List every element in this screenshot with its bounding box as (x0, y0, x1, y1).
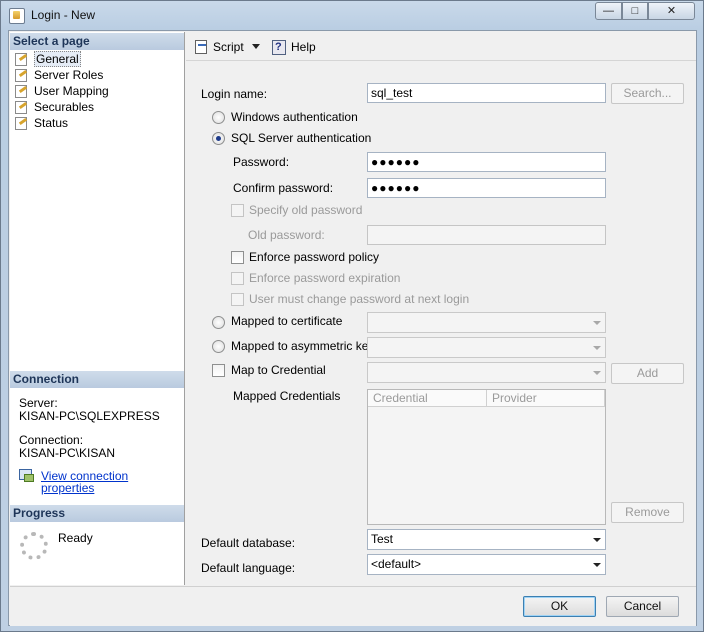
page-item-label: Status (34, 116, 69, 130)
page-icon (14, 52, 28, 66)
close-button[interactable]: ✕ (648, 2, 695, 20)
ok-button[interactable]: OK (523, 596, 596, 617)
default-language-select[interactable]: <default> (367, 554, 606, 575)
page-item-general[interactable]: General (14, 51, 81, 67)
page-item-label: Server Roles (34, 68, 104, 82)
page-item-status[interactable]: Status (14, 115, 68, 131)
map-credential-checkbox[interactable] (212, 364, 225, 377)
script-dropdown-arrow-icon[interactable] (252, 44, 260, 49)
default-database-label: Default database: (201, 536, 296, 550)
chevron-down-icon (593, 321, 601, 325)
page-icon (14, 68, 28, 82)
windows-auth-label: Windows authentication (231, 110, 358, 124)
select-page-header: Select a page (10, 33, 184, 50)
mapped-asymmetric-label: Mapped to asymmetric key (231, 339, 375, 353)
page-item-label: Securables (34, 100, 95, 114)
must-change-label: User must change password at next login (249, 292, 470, 306)
maximize-button[interactable]: □ (622, 2, 648, 20)
credential-select[interactable] (367, 362, 606, 383)
page-icon (14, 84, 28, 98)
progress-spinner-icon (20, 532, 48, 560)
connection-header: Connection (10, 371, 184, 388)
old-password-label: Old password: (248, 228, 325, 242)
enforce-policy-checkbox[interactable] (231, 251, 244, 264)
default-database-select[interactable]: Test (367, 529, 606, 550)
add-credential-button[interactable]: Add (611, 363, 684, 384)
windows-auth-radio[interactable] (212, 111, 225, 124)
connection-value: KISAN-PC\KISAN (19, 446, 116, 460)
login-name-label: Login name: (201, 87, 268, 101)
script-label: Script (213, 40, 244, 54)
script-icon (193, 39, 208, 54)
progress-header: Progress (10, 505, 184, 522)
toolbar: Script Help (186, 32, 696, 61)
help-icon (271, 39, 286, 55)
default-database-value: Test (371, 532, 394, 546)
minimize-button[interactable]: — (595, 2, 622, 20)
enforce-expiration-checkbox[interactable] (231, 272, 244, 285)
mapped-asymmetric-radio[interactable] (212, 340, 225, 353)
app-icon (9, 8, 25, 24)
login-name-input[interactable]: sql_test (367, 83, 606, 103)
mapped-credentials-list[interactable]: Credential Provider (367, 389, 606, 525)
sql-auth-label: SQL Server authentication (231, 131, 372, 145)
page-icon (14, 116, 28, 130)
dialog-footer: OK Cancel (10, 586, 696, 626)
password-input[interactable]: ●●●●●● (367, 152, 606, 172)
cancel-button[interactable]: Cancel (606, 596, 679, 617)
dialog-client: Select a page General Server Roles User … (8, 30, 697, 626)
password-label: Password: (233, 155, 290, 169)
default-language-label: Default language: (201, 561, 296, 575)
mapped-certificate-radio[interactable] (212, 316, 225, 329)
chevron-down-icon (593, 346, 601, 350)
must-change-checkbox[interactable] (231, 293, 244, 306)
credential-column-header[interactable]: Credential (368, 390, 487, 407)
default-language-value: <default> (371, 557, 422, 571)
window-title: Login - New (31, 8, 96, 22)
page-item-label: General (34, 51, 81, 67)
login-dialog: Login - New — □ ✕ Select a page General … (0, 0, 704, 632)
map-credential-label: Map to Credential (231, 363, 326, 377)
server-label: Server: (19, 396, 58, 410)
confirm-password-input[interactable]: ●●●●●● (367, 178, 606, 198)
progress-status: Ready (58, 531, 93, 545)
mapped-certificate-label: Mapped to certificate (231, 314, 343, 328)
page-icon (14, 100, 28, 114)
chevron-down-icon (593, 563, 601, 567)
help-label: Help (291, 40, 316, 54)
right-pane: Script Help Login name: sql_test Search.… (186, 32, 696, 585)
view-connection-properties-link[interactable]: View connection properties (41, 470, 184, 494)
sql-auth-radio[interactable] (212, 132, 225, 145)
mapped-credentials-label: Mapped Credentials (233, 389, 341, 403)
asymmetric-key-select[interactable] (367, 337, 606, 358)
server-value: KISAN-PC\SQLEXPRESS (19, 409, 160, 423)
confirm-password-label: Confirm password: (233, 181, 334, 195)
connection-properties-icon (19, 468, 34, 482)
title-bar[interactable]: Login - New — □ ✕ (1, 1, 703, 29)
provider-column-header[interactable]: Provider (487, 390, 605, 407)
left-pane: Select a page General Server Roles User … (10, 32, 185, 585)
search-button[interactable]: Search... (611, 83, 684, 104)
specify-old-password-label: Specify old password (249, 203, 363, 217)
remove-credential-button[interactable]: Remove (611, 502, 684, 523)
help-button[interactable]: Help (271, 39, 316, 55)
chevron-down-icon (593, 371, 601, 375)
enforce-expiration-label: Enforce password expiration (249, 271, 401, 285)
chevron-down-icon (593, 538, 601, 542)
enforce-policy-label: Enforce password policy (249, 250, 380, 264)
certificate-select[interactable] (367, 312, 606, 333)
old-password-input[interactable] (367, 225, 606, 245)
specify-old-password-checkbox[interactable] (231, 204, 244, 217)
page-item-securables[interactable]: Securables (14, 99, 94, 115)
page-item-label: User Mapping (34, 84, 109, 98)
script-button[interactable]: Script (193, 39, 244, 55)
connection-label: Connection: (19, 433, 84, 447)
page-item-user-mapping[interactable]: User Mapping (14, 83, 109, 99)
page-item-server-roles[interactable]: Server Roles (14, 67, 103, 83)
